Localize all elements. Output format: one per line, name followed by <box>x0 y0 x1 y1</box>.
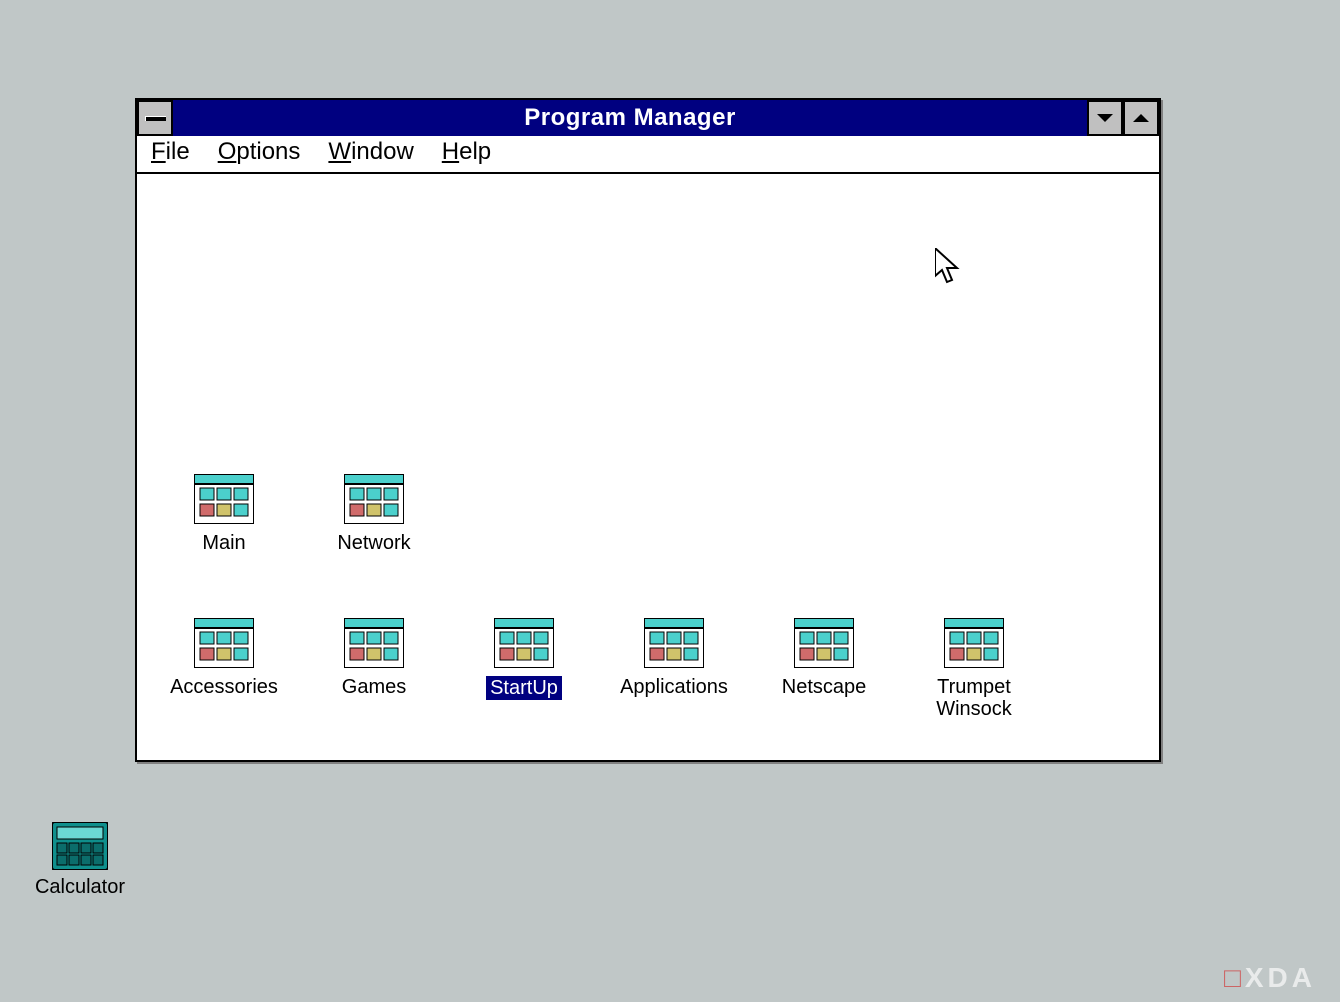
program-manager-window: Program Manager File Options Window Help… <box>135 98 1161 762</box>
program-group-icon <box>794 618 854 668</box>
client-area: Main Network Accessories Games StartUp A… <box>137 174 1159 760</box>
menu-window[interactable]: Window <box>328 138 413 166</box>
calculator-icon <box>52 822 108 870</box>
system-menu-icon <box>145 116 166 121</box>
group-label: Applications <box>620 676 728 698</box>
group-games[interactable]: Games <box>299 618 449 698</box>
group-label: StartUp <box>486 676 562 700</box>
menubar: File Options Window Help <box>137 136 1159 174</box>
minimize-button[interactable] <box>1087 100 1123 136</box>
menu-options[interactable]: Options <box>218 138 301 166</box>
maximize-button[interactable] <box>1123 100 1159 136</box>
system-menu-button[interactable] <box>137 100 173 136</box>
group-label: Accessories <box>170 676 278 698</box>
group-network[interactable]: Network <box>299 474 449 554</box>
watermark: □XDA <box>1224 962 1316 994</box>
program-group-icon <box>344 474 404 524</box>
desktop-icon-label: Calculator <box>35 876 125 899</box>
program-group-icon <box>194 474 254 524</box>
menu-help[interactable]: Help <box>442 138 491 166</box>
titlebar[interactable]: Program Manager <box>137 100 1159 136</box>
group-startup[interactable]: StartUp <box>449 618 599 700</box>
desktop-icon-calculator[interactable]: Calculator <box>20 822 140 899</box>
chevron-up-icon <box>1133 114 1149 122</box>
program-group-icon <box>494 618 554 668</box>
program-group-icon <box>194 618 254 668</box>
group-applications[interactable]: Applications <box>599 618 749 698</box>
group-label: Trumpet Winsock <box>936 676 1012 720</box>
window-title: Program Manager <box>173 100 1087 136</box>
group-accessories[interactable]: Accessories <box>149 618 299 698</box>
group-trumpet-winsock[interactable]: Trumpet Winsock <box>899 618 1049 720</box>
group-label: Games <box>342 676 406 698</box>
program-group-icon <box>644 618 704 668</box>
group-main[interactable]: Main <box>149 474 299 554</box>
group-label: Network <box>337 532 410 554</box>
menu-file[interactable]: File <box>151 138 190 166</box>
group-label: Netscape <box>782 676 867 698</box>
chevron-down-icon <box>1097 114 1113 122</box>
group-label: Main <box>202 532 245 554</box>
program-group-icon <box>344 618 404 668</box>
program-group-icon <box>944 618 1004 668</box>
group-netscape[interactable]: Netscape <box>749 618 899 698</box>
